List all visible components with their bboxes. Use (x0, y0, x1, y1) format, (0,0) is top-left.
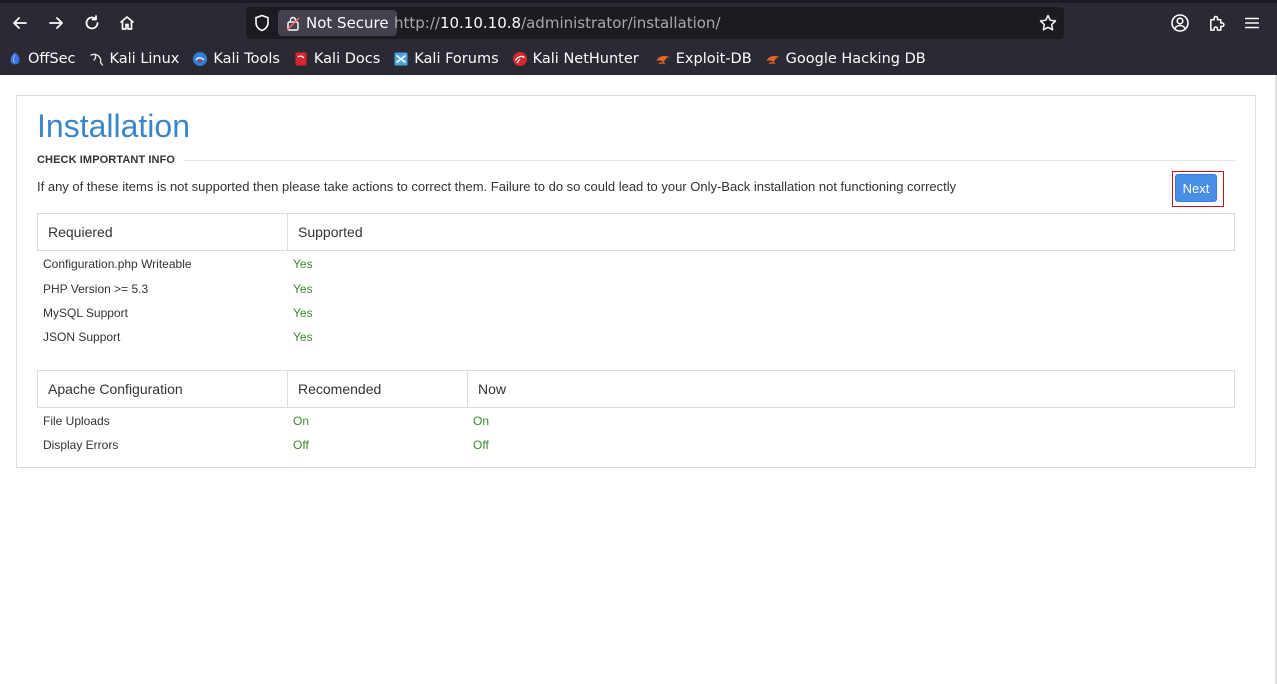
bookmark-label: Kali Tools (213, 51, 280, 67)
setting-name: Display Errors (43, 438, 119, 452)
requirement-name: JSON Support (43, 330, 121, 344)
recommended-value: Off (293, 438, 309, 452)
bookmark-label: Kali NetHunter (532, 51, 639, 67)
bookmark-star-icon[interactable] (1038, 13, 1058, 33)
table-row: JSON Support Yes (37, 325, 313, 349)
window-top-edge (0, 0, 1277, 3)
reload-icon[interactable] (77, 8, 107, 38)
home-icon[interactable] (112, 8, 142, 38)
bookmark-label: OffSec (28, 51, 76, 67)
next-button[interactable]: Next (1175, 174, 1217, 202)
bookmark-label: Google Hacking DB (785, 51, 926, 67)
ghdb-icon (766, 56, 780, 65)
bookmark-label: Exploit-DB (675, 51, 752, 67)
column-header: Requiered (38, 214, 288, 250)
info-text: If any of these items is not supported t… (37, 179, 957, 194)
installation-panel: Installation CHECK IMPORTANT INFO If any… (16, 95, 1256, 468)
table-row: PHP Version >= 5.3 Yes (37, 277, 313, 301)
bookmark-kali-linux[interactable]: Kali Linux (82, 46, 186, 72)
requirement-status: Yes (293, 330, 313, 344)
browser-chrome: Not Secure http://10.10.10.8/administrat… (0, 0, 1277, 75)
insecure-lock-icon (286, 16, 300, 31)
kali-docs-icon (295, 52, 307, 66)
column-header: Recomended (288, 371, 468, 407)
column-header: Apache Configuration (38, 371, 288, 407)
section-divider (183, 160, 1235, 161)
apache-table-header: Apache Configuration Recomended Now (37, 370, 1235, 408)
bookmark-label: Kali Docs (313, 51, 381, 67)
requirement-status: Yes (293, 306, 313, 320)
nethunter-icon (512, 52, 527, 66)
bookmark-google-hacking-db[interactable]: Google Hacking DB (758, 46, 932, 72)
page-title: Installation (37, 108, 190, 144)
account-icon[interactable] (1169, 12, 1191, 34)
requirement-name: PHP Version >= 5.3 (43, 282, 149, 296)
not-secure-badge[interactable]: Not Secure (278, 10, 397, 36)
bookmark-label: Kali Linux (109, 51, 180, 67)
current-value: On (473, 414, 490, 428)
next-button-highlight: Next (1172, 171, 1224, 207)
requirement-status: Yes (293, 282, 313, 296)
table-row: MySQL Support Yes (37, 301, 313, 325)
bookmark-label: Kali Forums (414, 51, 499, 67)
table-row: Configuration.php Writeable Yes (37, 252, 313, 276)
offsec-icon (10, 52, 20, 65)
kali-tools-icon (193, 52, 208, 66)
url-host: 10.10.10.8 (439, 14, 522, 32)
url-text[interactable]: http://10.10.10.8/administrator/installa… (394, 14, 721, 32)
exploit-db-icon (656, 56, 670, 65)
forward-icon[interactable] (41, 8, 71, 38)
table-row: File Uploads On On (37, 409, 489, 433)
setting-name: File Uploads (43, 414, 110, 428)
url-prefix: http:// (394, 14, 440, 32)
table-row: Display Errors Off Off (37, 433, 489, 457)
kali-dragon-icon (89, 53, 103, 66)
bookmarks-toolbar: OffSec Kali Linux Kali Tools Kali Docs K… (0, 46, 932, 72)
tracking-shield-icon[interactable] (252, 13, 272, 33)
bookmark-kali-tools[interactable]: Kali Tools (185, 46, 286, 72)
requirement-name: Configuration.php Writeable (43, 257, 192, 271)
back-icon[interactable] (5, 8, 35, 38)
current-value: Off (473, 438, 489, 452)
section-heading: CHECK IMPORTANT INFO (37, 154, 176, 166)
bookmark-kali-nethunter[interactable]: Kali NetHunter (505, 46, 645, 72)
requirements-table-header: Requiered Supported (37, 213, 1235, 251)
bookmark-exploit-db[interactable]: Exploit-DB (645, 46, 758, 72)
bookmark-kali-docs[interactable]: Kali Docs (286, 46, 386, 72)
url-path: /administrator/installation/ (521, 14, 721, 32)
kali-forums-icon (394, 52, 408, 66)
menu-hamburger-icon[interactable] (1241, 12, 1263, 34)
requirement-status: Yes (293, 257, 313, 271)
bookmark-kali-forums[interactable]: Kali Forums (386, 46, 504, 72)
recommended-value: On (293, 414, 310, 428)
not-secure-label: Not Secure (306, 14, 389, 32)
requirement-name: MySQL Support (43, 306, 128, 320)
column-header: Now (478, 381, 507, 397)
extensions-icon[interactable] (1205, 12, 1227, 34)
bookmark-offsec[interactable]: OffSec (0, 46, 82, 72)
column-header: Supported (298, 224, 363, 240)
